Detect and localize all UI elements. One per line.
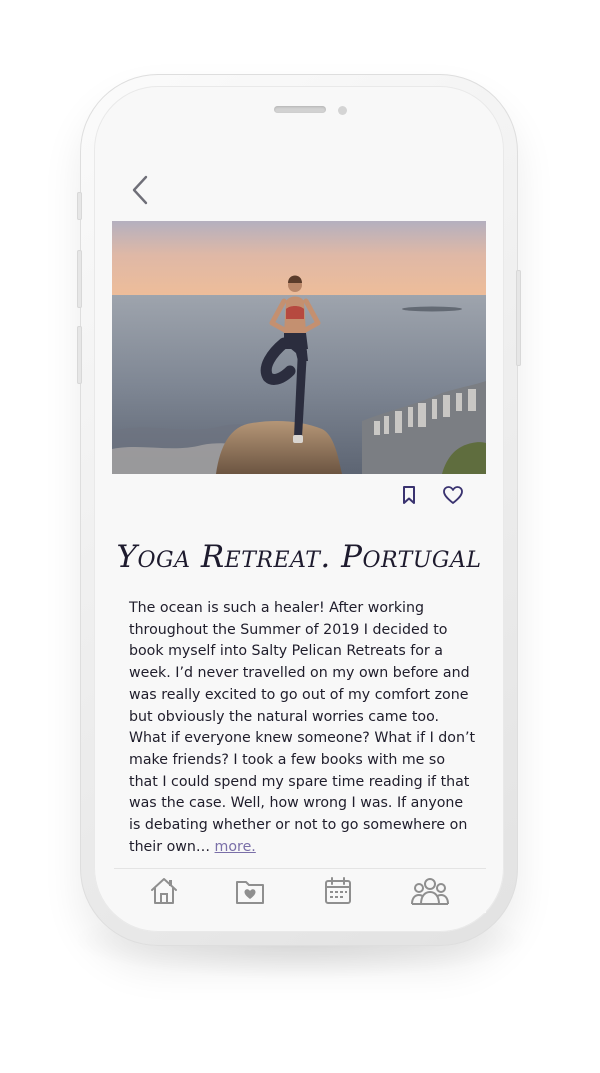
home-icon — [151, 878, 177, 904]
side-button-volume-up — [77, 250, 82, 308]
post-title: Yoga Retreat. Portugal — [116, 539, 482, 575]
post-body: The ocean is such a healer! After workin… — [129, 598, 475, 858]
side-button-power — [516, 270, 521, 366]
read-more-link[interactable]: more. — [215, 839, 256, 855]
bookmark-button[interactable] — [398, 484, 420, 506]
side-button-mute — [77, 192, 82, 220]
bottom-tab-bar — [114, 868, 486, 913]
calendar-icon — [325, 877, 351, 904]
bookmark-icon — [403, 486, 415, 504]
tab-saved[interactable] — [234, 875, 266, 907]
tab-calendar[interactable] — [322, 875, 354, 907]
post-body-text: The ocean is such a healer! After workin… — [129, 600, 476, 855]
hero-photo — [112, 221, 486, 474]
community-icon — [411, 878, 449, 905]
tab-home[interactable] — [148, 875, 180, 907]
side-button-volume-down — [77, 326, 82, 384]
folder-heart-icon — [236, 881, 264, 904]
heart-icon — [443, 486, 463, 504]
speaker-grille — [274, 106, 326, 113]
tab-community[interactable] — [410, 875, 450, 907]
chevron-left-icon — [132, 175, 148, 205]
back-button[interactable] — [124, 172, 158, 208]
front-camera — [338, 106, 347, 115]
favorite-button[interactable] — [442, 484, 464, 506]
